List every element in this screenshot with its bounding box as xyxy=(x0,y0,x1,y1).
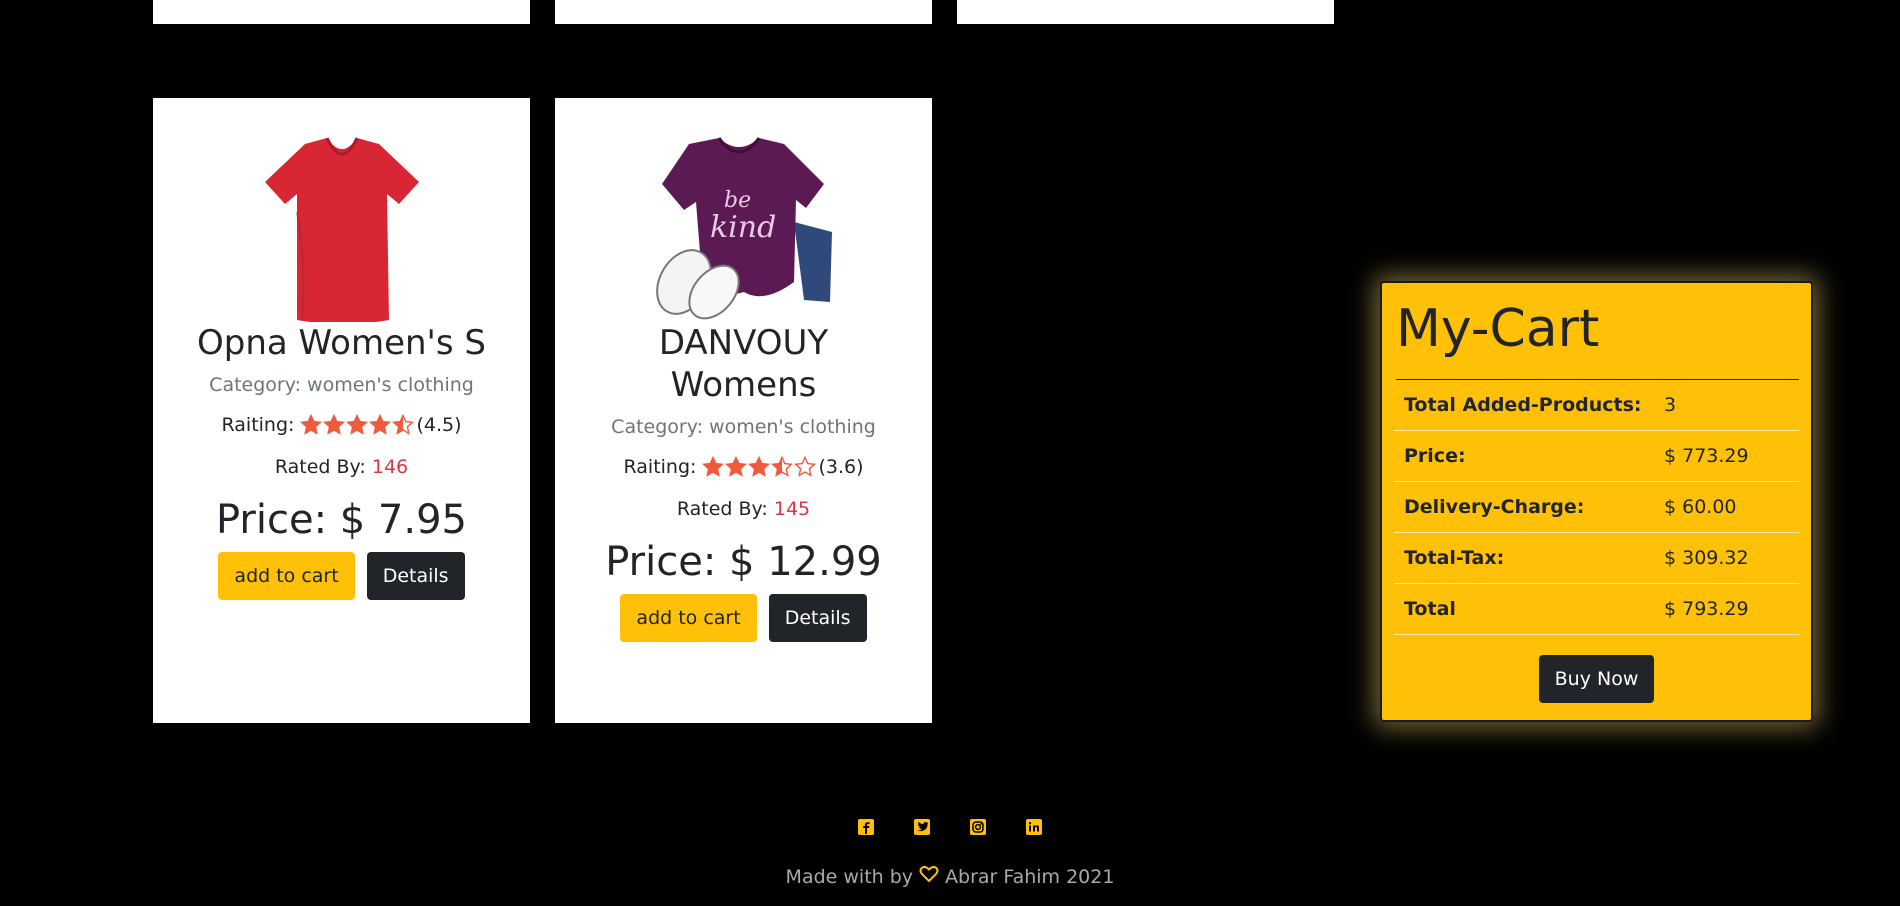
price-value: $ 12.99 xyxy=(729,539,882,585)
rated-by-label: Rated By: xyxy=(274,456,366,478)
row-label: Price: xyxy=(1394,430,1654,482)
row-label: Total-Tax: xyxy=(1394,532,1654,584)
star-icon xyxy=(725,456,748,477)
details-button[interactable]: Details xyxy=(768,594,867,642)
row-label: Total Added-Products: xyxy=(1394,380,1654,431)
tshirt-image-icon: be kind xyxy=(655,137,832,320)
row-value: $ 773.29 xyxy=(1654,430,1799,482)
row-label: Total xyxy=(1394,583,1654,635)
table-row: Total-Tax: $ 309.32 xyxy=(1394,532,1799,584)
category-label: Category: xyxy=(209,374,301,396)
add-to-cart-button[interactable]: add to cart xyxy=(620,594,757,642)
twitter-icon[interactable] xyxy=(913,818,931,836)
product-category: Category: women's clothing xyxy=(555,416,932,438)
rating-label: Raiting: xyxy=(623,456,697,478)
row-value: 3 xyxy=(1654,380,1799,431)
row-label: Delivery-Charge: xyxy=(1394,481,1654,533)
price-label: Price: xyxy=(605,539,717,585)
row-value: $ 309.32 xyxy=(1654,532,1799,584)
rated-by-label: Rated By: xyxy=(676,498,768,520)
buy-now-button[interactable]: Buy Now xyxy=(1538,655,1655,703)
heart-icon xyxy=(919,864,939,889)
product-card-partial xyxy=(957,0,1334,24)
rated-by-count: 145 xyxy=(773,498,811,520)
rating-label: Raiting: xyxy=(221,414,295,436)
row-value: $ 60.00 xyxy=(1654,481,1799,533)
product-rating: Raiting: (4.5) xyxy=(153,414,530,436)
add-to-cart-button[interactable]: add to cart xyxy=(218,552,355,600)
rating-value: (3.6) xyxy=(818,456,864,478)
star-icon xyxy=(300,414,323,435)
product-card-partial xyxy=(555,0,932,24)
category-label: Category: xyxy=(611,416,703,438)
star-icon xyxy=(392,414,415,435)
rating-value: (4.5) xyxy=(416,414,462,436)
details-button[interactable]: Details xyxy=(366,552,465,600)
star-icon xyxy=(323,414,346,435)
category-value: women's clothing xyxy=(709,416,876,438)
category-value: women's clothing xyxy=(307,374,474,396)
social-links xyxy=(0,818,1900,836)
star-icon xyxy=(748,456,771,477)
star-icon xyxy=(794,456,817,477)
table-row: Total Added-Products: 3 xyxy=(1394,380,1799,431)
svg-text:kind: kind xyxy=(710,210,776,245)
product-category: Category: women's clothing xyxy=(153,374,530,396)
star-icon xyxy=(369,414,392,435)
product-title: DANVOUY Womens xyxy=(658,323,829,405)
instagram-icon[interactable] xyxy=(969,818,987,836)
linkedin-icon[interactable] xyxy=(1025,818,1043,836)
rating-stars xyxy=(702,456,817,478)
price-label: Price: xyxy=(215,497,328,543)
star-icon xyxy=(346,414,369,435)
product-image xyxy=(153,122,530,322)
footer-credit: Made with by Abrar Fahim 2021 xyxy=(0,864,1900,889)
product-title: Opna Women's S xyxy=(197,323,486,363)
table-row: Price: $ 773.29 xyxy=(1394,430,1799,482)
table-row: Total $ 793.29 xyxy=(1394,583,1799,635)
price-value: $ 7.95 xyxy=(339,497,467,543)
rated-by-count: 146 xyxy=(371,456,409,478)
facebook-icon[interactable] xyxy=(857,818,875,836)
star-icon xyxy=(771,456,794,477)
rated-by: Rated By: 145 xyxy=(555,498,932,520)
rated-by: Rated By: 146 xyxy=(153,456,530,478)
product-price: Price: $ 12.99 xyxy=(555,538,932,586)
product-rating: Raiting: (3.6) xyxy=(555,456,932,478)
cart-summary-table: Total Added-Products: 3 Price: $ 773.29 De… xyxy=(1394,380,1799,635)
tshirt-image-icon xyxy=(264,137,419,322)
product-image: be kind xyxy=(555,122,932,322)
made-with-text: Made with by xyxy=(785,865,914,888)
row-value: $ 793.29 xyxy=(1654,583,1799,635)
cart-title: My-Cart xyxy=(1396,297,1799,380)
product-card-partial xyxy=(153,0,530,24)
star-icon xyxy=(702,456,725,477)
rating-stars xyxy=(300,414,415,436)
product-card: Opna Women's S Category: women's clothin… xyxy=(153,98,530,723)
author-text: Abrar Fahim 2021 xyxy=(945,865,1115,888)
product-price: Price: $ 7.95 xyxy=(153,496,530,544)
product-card: be kind DANVOUY Womens Category: women's… xyxy=(555,98,932,723)
cart-panel: My-Cart Total Added-Products: 3 Price: $ 7… xyxy=(1380,281,1813,722)
table-row: Delivery-Charge: $ 60.00 xyxy=(1394,481,1799,533)
